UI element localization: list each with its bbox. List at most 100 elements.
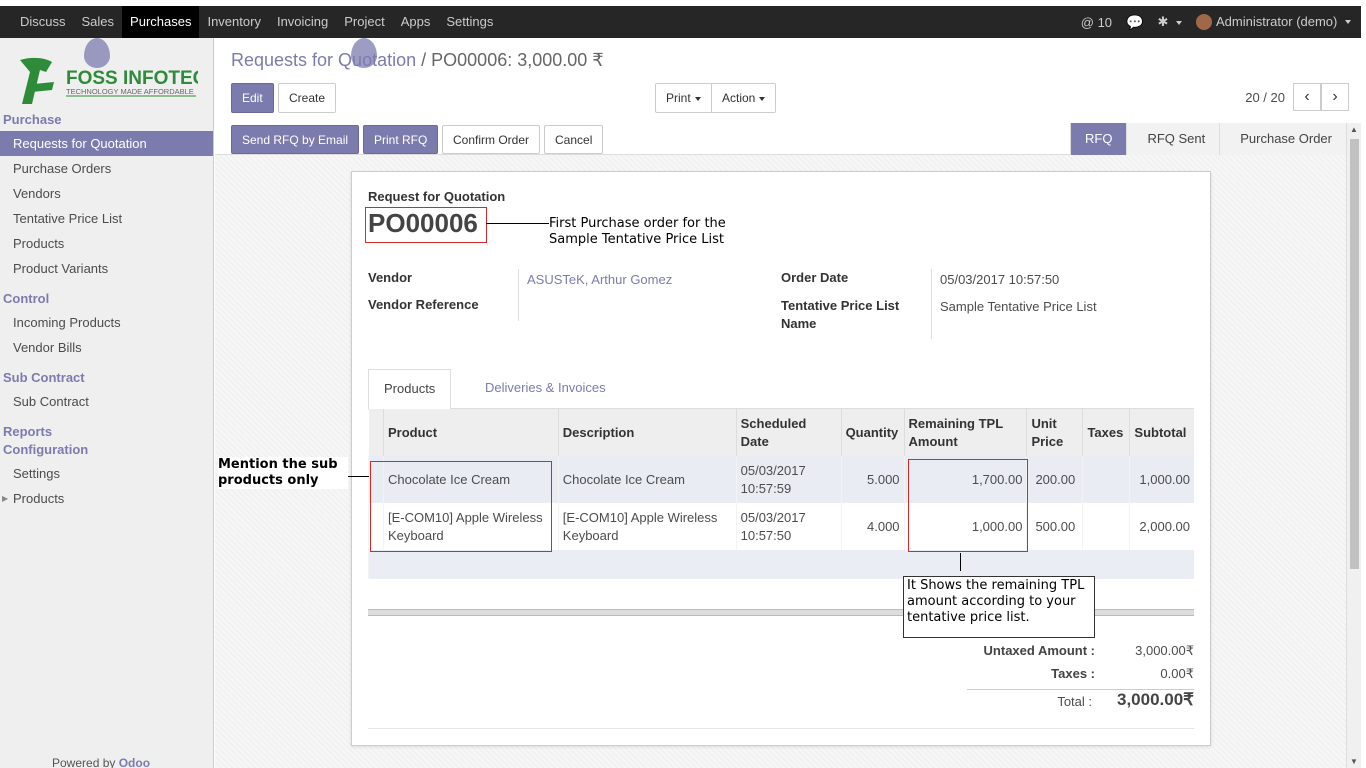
sidebar-item-sub-contract[interactable]: Sub Contract — [0, 389, 213, 414]
add-line-row[interactable] — [368, 550, 1194, 579]
caret-down-icon — [694, 96, 701, 101]
untaxed-amount-value: 3,000.00₹ — [1135, 643, 1194, 658]
callout-line — [345, 476, 369, 477]
subtotal-cell: 2,000.00 — [1129, 503, 1194, 550]
sidebar-item-product-variants[interactable]: Product Variants — [0, 256, 213, 281]
column-header[interactable]: Product — [382, 409, 559, 456]
stage-purchase-order[interactable]: Purchase Order — [1219, 123, 1346, 155]
next-record-button[interactable]: › — [1321, 83, 1349, 111]
section-purchase: Purchase — [3, 112, 62, 127]
subtotal-cell: 1,000.00 — [1129, 456, 1194, 503]
odoo-link[interactable]: Odoo — [119, 756, 150, 768]
mentions-indicator[interactable]: @ 10 — [1081, 15, 1112, 30]
taxes-value: 0.00₹ — [1160, 666, 1194, 681]
vendor-link[interactable]: ASUSTeK, Arthur Gomez — [527, 272, 672, 287]
column-header[interactable]: Description — [557, 409, 737, 456]
total-value: 3,000.00₹ — [1117, 690, 1194, 709]
column-header[interactable]: Scheduled Date — [735, 409, 842, 456]
user-menu[interactable]: Administrator (demo) — [1196, 14, 1351, 31]
column-header[interactable]: Remaining TPL Amount — [903, 409, 1027, 456]
annotation-first-po: First Purchase order for the Sample Tent… — [549, 216, 726, 247]
tab-deliveries-invoices[interactable]: Deliveries & Invoices — [470, 369, 621, 410]
column-header[interactable]: Unit Price — [1026, 409, 1083, 456]
chat-icon[interactable]: 💬 — [1126, 14, 1143, 31]
powered-by-text: Powered by — [52, 756, 116, 768]
sidebar-item-incoming-products[interactable]: Incoming Products — [0, 310, 213, 335]
section-reports: Reports — [3, 424, 53, 439]
description-cell[interactable]: Chocolate Ice Cream — [557, 456, 737, 503]
create-button[interactable]: Create — [278, 83, 337, 113]
print-rfq-button[interactable]: Print RFQ — [363, 125, 439, 154]
menu-invoicing[interactable]: Invoicing — [269, 6, 336, 38]
chevron-right-icon: › — [1332, 88, 1338, 105]
print-dropdown[interactable]: Print — [655, 83, 712, 113]
breadcrumb: Requests for Quotation / PO00006: 3,000.… — [231, 50, 604, 71]
column-header[interactable]: Taxes — [1082, 409, 1130, 456]
sidebar-item-settings[interactable]: Settings — [0, 461, 213, 486]
sidebar-item-products[interactable]: Products — [0, 231, 213, 256]
footer-divider — [368, 728, 1194, 729]
highlight-box — [908, 459, 1028, 552]
callout-line — [486, 223, 549, 224]
column-header[interactable]: Subtotal — [1129, 409, 1194, 456]
menu-project[interactable]: Project — [336, 6, 392, 38]
send-rfq-email-button[interactable]: Send RFQ by Email — [231, 125, 360, 154]
form-view: Request for Quotation PO00006 Vendor Ven… — [215, 155, 1346, 768]
sidebar-item-config-products[interactable]: ▶ Products — [0, 486, 213, 511]
handle-column — [368, 409, 384, 456]
pager-value[interactable]: 20 / 20 — [1245, 90, 1285, 105]
taxes-cell[interactable] — [1082, 503, 1130, 550]
scroll-down-icon[interactable]: ▼ — [1350, 757, 1358, 766]
sidebar-item-tentative-price-list[interactable]: Tentative Price List — [0, 206, 213, 231]
date-cell[interactable]: 05/03/2017 10:57:50 — [735, 503, 842, 550]
quantity-cell[interactable]: 5.000 — [840, 456, 905, 503]
cancel-button[interactable]: Cancel — [544, 125, 604, 154]
quantity-cell[interactable]: 4.000 — [840, 503, 905, 550]
unit-price-cell[interactable]: 500.00 — [1026, 503, 1083, 550]
powered-by: Powered by Odoo — [52, 756, 150, 768]
menu-apps[interactable]: Apps — [393, 6, 439, 38]
previous-record-button[interactable]: ‹ — [1293, 83, 1321, 111]
field-divider — [518, 269, 519, 321]
notification-count: 10 — [1097, 14, 1113, 30]
menu-sales[interactable]: Sales — [74, 6, 123, 38]
breadcrumb-current: PO00006: 3,000.00 ₹ — [431, 50, 604, 70]
date-cell[interactable]: 05/03/2017 10:57:59 — [735, 456, 842, 503]
highlight-box — [370, 461, 552, 552]
breadcrumb-rfq-link[interactable]: Requests for Quotation — [231, 50, 416, 70]
at-icon: @ — [1080, 14, 1094, 30]
description-cell[interactable]: [E-COM10] Apple Wireless Keyboard — [557, 503, 737, 550]
confirm-order-button[interactable]: Confirm Order — [442, 125, 541, 154]
menu-purchases[interactable]: Purchases — [122, 6, 200, 38]
section-control: Control — [3, 291, 50, 306]
bug-icon[interactable]: ✱ — [1157, 14, 1182, 30]
field-divider — [931, 269, 932, 339]
tpl-name-label: Tentative Price List Name — [781, 298, 900, 331]
top-navbar: Discuss Sales Purchases Inventory Invoic… — [0, 6, 1361, 38]
chevron-left-icon: ‹ — [1304, 88, 1310, 105]
action-dropdown[interactable]: Action — [711, 83, 777, 113]
stage-rfq-sent[interactable]: RFQ Sent — [1126, 123, 1220, 155]
menu-inventory[interactable]: Inventory — [199, 6, 268, 38]
scroll-up-icon[interactable]: ▲ — [1350, 125, 1358, 134]
column-header[interactable]: Quantity — [840, 409, 905, 456]
sidebar-item-vendor-bills[interactable]: Vendor Bills — [0, 335, 213, 360]
unit-price-cell[interactable]: 200.00 — [1026, 456, 1083, 503]
caret-down-icon — [759, 96, 766, 101]
scroll-thumb[interactable] — [1350, 139, 1359, 569]
sidebar-item-purchase-orders[interactable]: Purchase Orders — [0, 156, 213, 181]
sidebar-item-vendors[interactable]: Vendors — [0, 181, 213, 206]
menu-discuss[interactable]: Discuss — [12, 6, 74, 38]
taxes-cell[interactable] — [1082, 456, 1130, 503]
stage-bar: RFQ RFQ Sent Purchase Order — [1069, 123, 1346, 155]
sidebar-item-rfq[interactable]: Requests for Quotation — [0, 131, 213, 156]
tab-products[interactable]: Products — [368, 369, 452, 410]
annotation-tpl-note: It Shows the remaining TPL amount accord… — [903, 576, 1095, 638]
menu-settings[interactable]: Settings — [438, 6, 501, 38]
vertical-scrollbar[interactable]: ▲ ▼ — [1346, 123, 1361, 768]
tpl-name-value: Sample Tentative Price List — [940, 299, 1097, 314]
control-panel: Requests for Quotation / PO00006: 3,000.… — [215, 38, 1361, 123]
section-sub-contract: Sub Contract — [3, 370, 85, 385]
stage-rfq[interactable]: RFQ — [1069, 123, 1127, 155]
edit-button[interactable]: Edit — [231, 83, 274, 113]
